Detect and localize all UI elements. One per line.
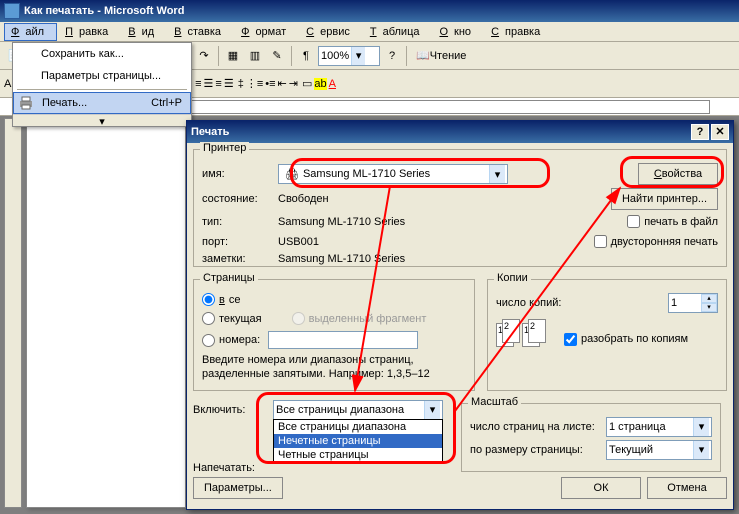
notes-label: заметки: <box>202 253 272 265</box>
fit-select[interactable]: Текущий▾ <box>606 440 712 460</box>
menu-item-page-setup[interactable]: Параметры страницы... <box>13 65 191 87</box>
menu-format[interactable]: Формат <box>235 24 298 40</box>
app-titlebar: Как печатать - Microsoft Word <box>0 0 739 22</box>
type-value: Samsung ML-1710 Series <box>278 216 405 228</box>
pages-per-sheet-select[interactable]: 1 страница▾ <box>606 417 712 437</box>
borders-button[interactable]: ▭ <box>302 77 312 90</box>
scale-group-label: Масштаб <box>468 396 521 408</box>
drawing-button[interactable]: ✎ <box>267 46 287 66</box>
document-page[interactable] <box>26 118 186 508</box>
print-to-file-checkbox[interactable]: печать в файл <box>627 215 718 228</box>
copies-group: Копии число копий: ▴▾ 12 12 разобрать по… <box>487 279 727 391</box>
printer-group: Принтер имя: 🖨 Samsung ML-1710 Series▾ С… <box>193 149 727 267</box>
printer-name-select[interactable]: 🖨 Samsung ML-1710 Series▾ <box>278 164 508 184</box>
redo-button[interactable]: ↷ <box>194 46 214 66</box>
vertical-ruler[interactable] <box>4 118 22 508</box>
line-spacing-button[interactable]: ‡ <box>238 78 244 90</box>
justify-button[interactable]: ☰ <box>224 77 234 90</box>
menu-separator <box>17 89 187 90</box>
status-value: Свободен <box>278 193 329 205</box>
include-opt-even[interactable]: Четные страницы <box>274 448 442 462</box>
close-button[interactable]: ✕ <box>711 124 729 140</box>
copies-spinner[interactable]: ▴▾ <box>668 293 718 313</box>
file-dropdown: Сохранить как... Параметры страницы... П… <box>12 42 192 127</box>
notes-value: Samsung ML-1710 Series <box>278 253 405 265</box>
properties-button[interactable]: Свойства <box>638 163 718 185</box>
include-opt-odd[interactable]: Нечетные страницы <box>274 434 442 448</box>
read-mode-button[interactable]: 📖 Чтение <box>411 46 471 66</box>
status-label: состояние: <box>202 193 272 205</box>
type-label: тип: <box>202 216 272 228</box>
align-center-button[interactable]: ☰ <box>204 77 214 90</box>
collate-icon: 12 12 <box>496 319 556 359</box>
collate-checkbox[interactable]: разобрать по копиям <box>564 333 688 346</box>
copies-group-label: Копии <box>494 272 531 284</box>
highlight-button[interactable]: ab <box>314 78 326 90</box>
dialog-titlebar[interactable]: Печать ? ✕ <box>187 121 733 143</box>
pages-selection-radio[interactable]: выделенный фрагмент <box>292 312 427 325</box>
scale-group: Масштаб число страниц на листе: 1 страни… <box>461 403 721 472</box>
numbered-list-button[interactable]: ⋮≡ <box>246 77 263 90</box>
include-opt-all[interactable]: Все страницы диапазона <box>274 420 442 434</box>
menu-table[interactable]: Таблица <box>364 24 432 40</box>
word-icon <box>4 3 20 19</box>
menu-expand[interactable]: ▾ <box>13 114 191 126</box>
duplex-checkbox[interactable]: двусторонняя печать <box>594 235 718 248</box>
table-button[interactable]: ▦ <box>223 46 243 66</box>
increase-indent-button[interactable]: ⇥ <box>289 77 298 90</box>
ok-button[interactable]: ОК <box>561 477 641 499</box>
pages-per-sheet-label: число страниц на листе: <box>470 421 600 433</box>
pages-group: Страницы все текущая выделенный фрагмент… <box>193 279 475 391</box>
menu-file[interactable]: Файл <box>4 23 57 41</box>
menu-item-save-as[interactable]: Сохранить как... <box>13 43 191 65</box>
printer-name-label: имя: <box>202 168 272 180</box>
print-dialog: Печать ? ✕ Принтер имя: 🖨 Samsung ML-171… <box>186 120 734 510</box>
port-label: порт: <box>202 236 272 248</box>
include-dropdown-list: Все страницы диапазона Нечетные страницы… <box>273 419 443 463</box>
align-right-button[interactable]: ≡ <box>215 78 221 90</box>
menubar: Файл Правка Вид Вставка Формат Сервис Та… <box>0 22 739 42</box>
pages-current-radio[interactable]: текущая <box>202 312 262 325</box>
paragraph-marks-button[interactable]: ¶ <box>296 46 316 66</box>
menu-insert[interactable]: Вставка <box>168 24 233 40</box>
include-label: Включить: <box>193 404 267 416</box>
align-left-button[interactable]: ≡ <box>195 78 201 90</box>
dialog-title: Печать <box>191 126 229 138</box>
include-select[interactable]: Все страницы диапазона▾ <box>273 400 443 420</box>
zoom-combo[interactable]: 100%▾ <box>318 46 380 66</box>
pages-numbers-radio[interactable]: номера: <box>202 331 466 349</box>
pages-group-label: Страницы <box>200 272 258 284</box>
font-color-button[interactable]: A <box>329 78 336 90</box>
copies-label: число копий: <box>496 297 561 309</box>
decrease-indent-button[interactable]: ⇤ <box>278 77 287 90</box>
menu-edit[interactable]: Правка <box>59 24 120 40</box>
printer-group-label: Принтер <box>200 142 249 154</box>
printer-icon <box>18 95 34 111</box>
help-button[interactable]: ? <box>382 46 402 66</box>
port-value: USB001 <box>278 236 319 248</box>
pages-numbers-input[interactable] <box>268 331 418 349</box>
menu-help[interactable]: Справка <box>485 24 552 40</box>
menu-item-print[interactable]: Печать...Ctrl+P <box>13 92 191 114</box>
menu-view[interactable]: Вид <box>122 24 166 40</box>
help-button[interactable]: ? <box>691 124 709 140</box>
app-title: Как печатать - Microsoft Word <box>24 5 184 17</box>
menu-window[interactable]: Окно <box>433 24 483 40</box>
columns-button[interactable]: ▥ <box>245 46 265 66</box>
pages-hint: Введите номера или диапазоны страниц, ра… <box>202 353 466 382</box>
printer-small-icon: 🖨 <box>285 168 299 181</box>
bulleted-list-button[interactable]: •≡ <box>265 78 275 90</box>
pages-all-radio[interactable]: все <box>202 293 466 306</box>
cancel-button[interactable]: Отмена <box>647 477 727 499</box>
fit-label: по размеру страницы: <box>470 444 600 456</box>
menu-tools[interactable]: Сервис <box>300 24 362 40</box>
params-button[interactable]: Параметры... <box>193 477 283 499</box>
styles-button[interactable]: A <box>4 78 11 90</box>
find-printer-button[interactable]: Найти принтер... <box>611 188 718 210</box>
